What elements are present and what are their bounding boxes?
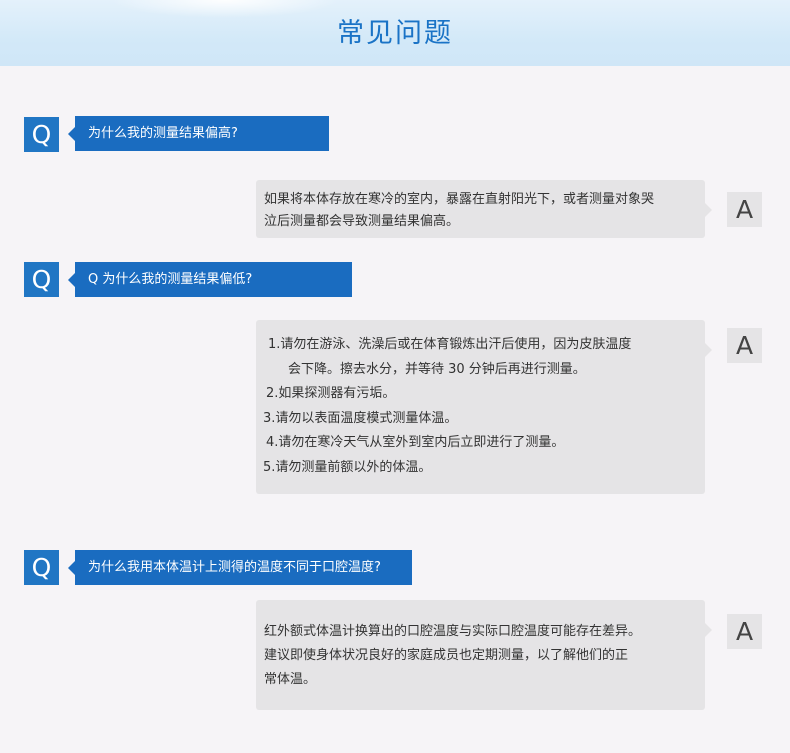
question-bubble: 为什么我用本体温计上测得的温度不同于口腔温度?: [68, 550, 412, 585]
answer-line: 如果将本体存放在寒冷的室内，暴露在直射阳光下，或者测量对象哭: [264, 192, 655, 207]
question-icon: Q: [24, 117, 59, 152]
answer-line: 红外额式体温计换算出的口腔温度与实际口腔温度可能存在差异。: [264, 624, 642, 639]
answer-line: 4.请勿在寒冷天气从室外到室内后立即进行了测量。: [266, 435, 565, 450]
answer-bubble: 1.请勿在游泳、洗澡后或在体育锻炼出汗后使用，因为皮肤温度 会下降。擦去水分，并…: [256, 320, 712, 494]
answer-line: 3.请勿以表面温度模式测量体温。: [263, 410, 458, 426]
answer-line: 2.如果探测器有污垢。: [266, 386, 396, 401]
answer-line: 会下降。擦去水分，并等待 30 分钟后再进行测量。: [288, 361, 586, 377]
page-header: 常见问题: [0, 0, 790, 66]
answer-icon: A: [727, 328, 762, 363]
answer-icon: A: [727, 614, 762, 649]
question-icon: Q: [24, 262, 59, 297]
answer-line: 5.请勿测量前额以外的体温。: [263, 459, 432, 475]
page-title: 常见问题: [337, 18, 453, 49]
question-bubble: Q 为什么我的测量结果偏低?: [68, 262, 352, 297]
answer-line: 1.请勿在游泳、洗澡后或在体育锻炼出汗后使用，因为皮肤温度: [268, 337, 632, 352]
answer-icon: A: [727, 192, 762, 227]
answer-line: 常体温。: [264, 672, 317, 687]
answer-bubble: 如果将本体存放在寒冷的室内，暴露在直射阳光下，或者测量对象哭 泣后测量都会导致测…: [256, 180, 712, 238]
answer-bubble: 红外额式体温计换算出的口腔温度与实际口腔温度可能存在差异。 建议即使身体状况良好…: [256, 600, 712, 710]
answer-line: 建议即使身体状况良好的家庭成员也定期测量，以了解他们的正: [264, 648, 629, 663]
question-bubble: 为什么我的测量结果偏高?: [68, 116, 329, 151]
question-icon: Q: [24, 550, 59, 585]
answer-line: 泣后测量都会导致测量结果偏高。: [264, 214, 460, 229]
